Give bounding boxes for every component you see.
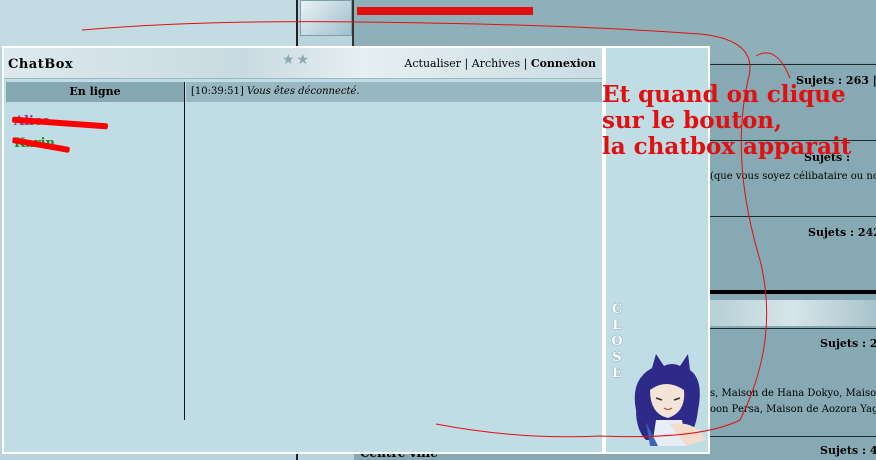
annotation-scribble [81,21,791,438]
